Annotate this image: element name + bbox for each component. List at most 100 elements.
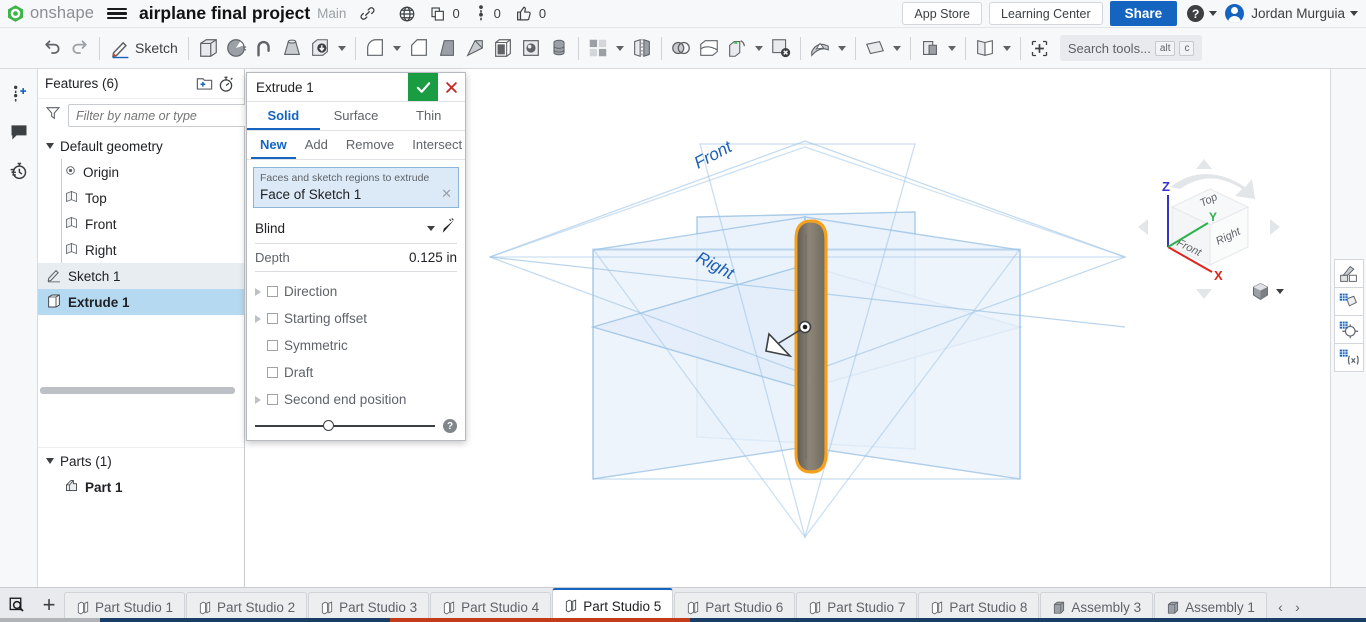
search-tools-input[interactable]: Search tools... alt c	[1059, 35, 1203, 61]
redo-icon[interactable]	[67, 32, 93, 65]
chevron-down-icon[interactable]	[892, 45, 901, 51]
view-mode-caret-icon[interactable]	[1276, 289, 1284, 294]
tab-part-studio-5[interactable]: Part Studio 5	[552, 588, 674, 622]
app-store-button[interactable]: App Store	[902, 2, 982, 25]
variables-icon[interactable]	[1333, 343, 1364, 372]
selection-field[interactable]: Faces and sketch regions to extrude Face…	[253, 167, 459, 208]
tree-node-default-geometry[interactable]: Default geometry	[38, 133, 244, 159]
chevron-down-icon[interactable]	[754, 45, 763, 51]
share-button[interactable]: Share	[1109, 1, 1178, 26]
hamburger-icon[interactable]	[107, 6, 128, 22]
chevron-down-icon[interactable]	[1002, 45, 1011, 51]
tab-thin[interactable]: Thin	[392, 102, 465, 130]
plane-icon[interactable]	[862, 32, 888, 65]
accept-button[interactable]	[408, 73, 438, 101]
chevron-down-icon[interactable]	[46, 143, 54, 149]
add-tab-button[interactable]: +	[34, 587, 64, 622]
surface-icon[interactable]	[807, 32, 833, 65]
chevron-right-icon[interactable]	[255, 395, 261, 404]
tab-surface[interactable]: Surface	[320, 102, 393, 130]
revolve-icon[interactable]	[223, 32, 249, 65]
chevron-down-icon[interactable]	[947, 45, 956, 51]
draft-checkbox[interactable]	[267, 367, 278, 378]
subtab-new[interactable]: New	[251, 131, 296, 159]
chevron-down-icon[interactable]	[837, 45, 846, 51]
delete-face-icon[interactable]	[768, 32, 794, 65]
branch-add-icon[interactable]	[4, 79, 34, 109]
configuration-icon[interactable]	[1333, 315, 1364, 344]
sketch-button[interactable]: Sketch	[105, 38, 183, 59]
tab-solid[interactable]: Solid	[247, 102, 320, 130]
add-folder-icon[interactable]	[193, 73, 215, 95]
fillet-icon[interactable]	[362, 32, 388, 65]
loft-icon[interactable]	[279, 32, 305, 65]
tree-node-origin[interactable]: Origin	[38, 159, 244, 185]
history-icon[interactable]	[4, 155, 34, 185]
pattern-icon[interactable]	[585, 32, 611, 65]
funnel-icon[interactable]	[45, 105, 61, 126]
chevron-right-icon[interactable]	[255, 287, 261, 296]
chevron-down-icon[interactable]	[615, 45, 624, 51]
learning-center-button[interactable]: Learning Center	[989, 2, 1103, 25]
starting-offset-checkbox[interactable]	[267, 313, 278, 324]
thread-icon[interactable]	[546, 32, 572, 65]
copies-counter[interactable]: 0	[430, 6, 460, 22]
depth-value[interactable]: 0.125 in	[290, 250, 457, 265]
insert-icon[interactable]	[1027, 32, 1053, 65]
globe-icon[interactable]	[398, 5, 416, 23]
dialog-help-icon[interactable]: ?	[443, 419, 457, 433]
rib-icon[interactable]	[434, 32, 460, 65]
opacity-slider[interactable]	[255, 420, 435, 432]
subtab-add[interactable]: Add	[296, 131, 337, 159]
feature-filter-input[interactable]	[68, 104, 247, 127]
depth-field[interactable]: Depth 0.125 in	[255, 244, 457, 272]
flip-direction-icon[interactable]	[439, 217, 457, 240]
transform-icon[interactable]	[724, 32, 750, 65]
view-mode-control[interactable]	[1250, 281, 1284, 302]
direction-checkbox[interactable]	[267, 286, 278, 297]
sheetmetal-icon[interactable]	[972, 32, 998, 65]
help-icon[interactable]: ?	[1187, 5, 1205, 22]
tree-node-sketch-1[interactable]: Sketch 1	[38, 263, 244, 289]
second-end-position-checkbox[interactable]	[267, 394, 278, 405]
feature-tree-scrollbar[interactable]	[40, 387, 235, 394]
import-feature-icon[interactable]	[307, 32, 333, 65]
branch-counter[interactable]: 0	[474, 5, 501, 22]
derived-icon[interactable]	[917, 32, 943, 65]
undo-icon[interactable]	[39, 32, 65, 65]
parts-header[interactable]: Parts (1)	[38, 448, 244, 474]
part-list-item[interactable]: Part 1	[38, 474, 244, 500]
shell-icon[interactable]	[490, 32, 516, 65]
likes-counter[interactable]: 0	[515, 5, 546, 22]
stopwatch-icon[interactable]	[215, 73, 237, 95]
user-menu-label[interactable]: Jordan Murguia	[1251, 6, 1345, 21]
tab-search-icon[interactable]	[0, 587, 34, 622]
chevron-down-icon[interactable]	[427, 226, 435, 231]
tree-node-top-plane[interactable]: Top	[38, 185, 244, 211]
comment-icon[interactable]	[4, 117, 34, 147]
tree-node-right-plane[interactable]: Right	[38, 237, 244, 263]
avatar[interactable]	[1225, 4, 1245, 23]
part-display-icon[interactable]	[1333, 287, 1364, 316]
cancel-button[interactable]	[438, 73, 465, 101]
option-symmetric[interactable]: Symmetric	[247, 332, 465, 359]
chevron-down-icon[interactable]	[392, 45, 401, 51]
help-dropdown-caret-icon[interactable]	[1209, 11, 1218, 16]
hole-icon[interactable]	[518, 32, 544, 65]
boolean-icon[interactable]	[668, 32, 694, 65]
user-dropdown-caret-icon[interactable]	[1350, 11, 1358, 16]
split-icon[interactable]	[696, 32, 722, 65]
option-starting-offset[interactable]: Starting offset	[247, 305, 465, 332]
end-type-dropdown[interactable]: Blind	[255, 214, 457, 244]
subtab-intersect[interactable]: Intersect	[403, 131, 471, 159]
clear-selection-icon[interactable]: ✕	[441, 186, 452, 202]
tree-node-front-plane[interactable]: Front	[38, 211, 244, 237]
symmetric-checkbox[interactable]	[267, 340, 278, 351]
option-direction[interactable]: Direction	[247, 278, 465, 305]
option-second-end-position[interactable]: Second end position	[247, 386, 465, 413]
extrude-icon[interactable]	[195, 32, 221, 65]
chevron-right-icon[interactable]	[255, 314, 261, 323]
option-draft[interactable]: Draft	[247, 359, 465, 386]
subtab-remove[interactable]: Remove	[337, 131, 403, 159]
chamfer-icon[interactable]	[406, 32, 432, 65]
